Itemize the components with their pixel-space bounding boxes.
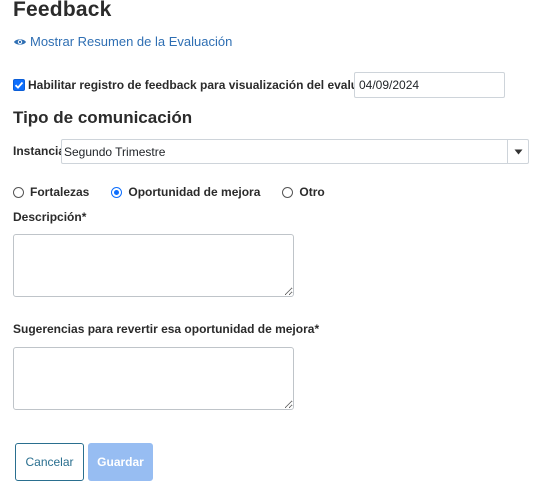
sugerencias-textarea[interactable] — [13, 347, 294, 410]
radio-circle[interactable] — [111, 186, 123, 198]
descripcion-label: Descripción* — [13, 210, 87, 224]
radio-label: Fortalezas — [30, 185, 90, 199]
enable-feedback-checkbox[interactable] — [13, 79, 25, 91]
radio-circle[interactable] — [282, 186, 294, 198]
radio-otro[interactable]: Otro — [282, 185, 325, 199]
feedback-date-input[interactable] — [354, 72, 505, 98]
radio-label: Otro — [299, 185, 325, 199]
cancel-button[interactable]: Cancelar — [15, 443, 84, 481]
page-title: Feedback — [13, 0, 112, 21]
radio-circle[interactable] — [13, 186, 24, 198]
show-summary-link[interactable]: Mostrar Resumen de la Evaluación — [13, 34, 232, 49]
save-button[interactable]: Guardar — [88, 443, 153, 481]
instancia-label: Instancia — [13, 144, 66, 158]
communication-type-radios: Fortalezas Oportunidad de mejora Otro — [13, 185, 325, 199]
sugerencias-label: Sugerencias para revertir esa oportunida… — [13, 322, 320, 336]
feedback-toggle-row: Habilitar registro de feedback para visu… — [13, 72, 383, 98]
radio-oportunidad-de-mejora[interactable]: Oportunidad de mejora — [111, 185, 260, 199]
descripcion-textarea[interactable] — [13, 234, 294, 297]
radio-fortalezas[interactable]: Fortalezas — [13, 185, 89, 199]
eye-icon — [13, 37, 27, 47]
radio-label: Oportunidad de mejora — [128, 185, 261, 199]
instancia-selected-value: Segundo Trimestre — [64, 144, 166, 159]
show-summary-label: Mostrar Resumen de la Evaluación — [30, 34, 233, 49]
instancia-select[interactable]: Segundo Trimestre — [61, 139, 529, 164]
enable-feedback-label: Habilitar registro de feedback para visu… — [28, 78, 383, 92]
chevron-down-icon[interactable] — [507, 140, 528, 163]
communication-type-title: Tipo de comunicación — [13, 108, 193, 127]
